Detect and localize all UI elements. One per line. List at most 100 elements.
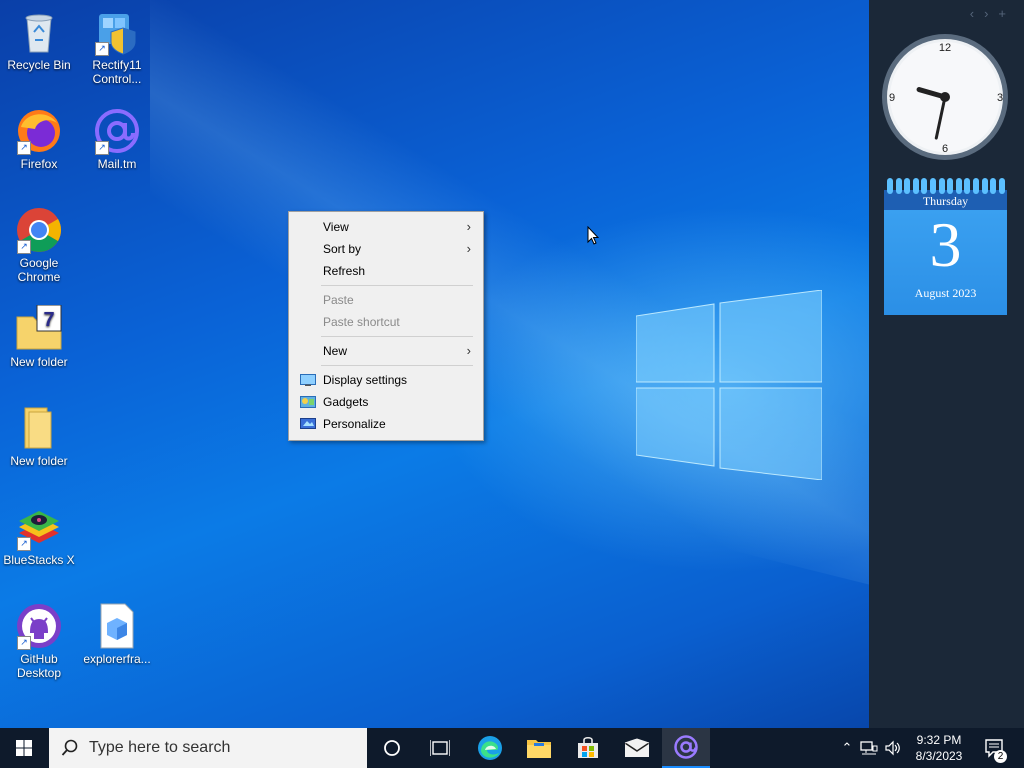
- windows-wallpaper-logo: [636, 290, 822, 480]
- sidebar-add-gadget-button[interactable]: +: [998, 6, 1016, 21]
- desktop-context-menu: View › Sort by › Refresh Paste Paste sho…: [288, 211, 484, 441]
- mail-icon: [624, 738, 650, 757]
- desktop-icon-rectify11[interactable]: ↗ Rectify11 Control...: [78, 8, 156, 86]
- calendar-gadget[interactable]: Thursday 3 August 2023: [884, 178, 1007, 315]
- menu-item-view[interactable]: View ›: [291, 216, 481, 238]
- bluestacks-icon: ↗: [15, 503, 63, 551]
- chrome-icon: ↗: [15, 206, 63, 254]
- calendar-ring: [938, 178, 945, 194]
- clock-numeral: 6: [942, 143, 948, 155]
- cortana-button[interactable]: [368, 728, 416, 768]
- menu-item-gadgets[interactable]: Gadgets: [291, 391, 481, 413]
- windows-start-icon: [16, 740, 32, 756]
- calendar-ring: [998, 178, 1005, 194]
- desktop-icon-label: explorerfra...: [83, 652, 151, 666]
- menu-separator: [321, 336, 473, 337]
- task-view-button[interactable]: [416, 728, 464, 768]
- taskbar-app-store[interactable]: [564, 728, 612, 768]
- clock-gadget[interactable]: 12 3 6 9: [880, 32, 1010, 162]
- menu-separator: [321, 365, 473, 366]
- desktop-icon-label: New folder: [10, 454, 68, 468]
- desktop-icon-bluestacks[interactable]: ↗ BlueStacks X: [0, 503, 78, 567]
- network-icon[interactable]: [860, 740, 878, 756]
- menu-item-paste[interactable]: Paste: [291, 289, 481, 311]
- file-icon: [93, 602, 141, 650]
- shortcut-arrow-icon: ↗: [17, 141, 31, 155]
- volume-icon[interactable]: [884, 740, 902, 756]
- mail-tm-icon: [674, 735, 698, 759]
- github-icon: ↗: [15, 602, 63, 650]
- menu-item-label: Gadgets: [323, 395, 369, 409]
- taskbar: Type here to search ⌃ 9:32 PM 8/3/2023 2: [0, 728, 1024, 768]
- recycle-bin-icon: [15, 8, 63, 56]
- desktop-icon-explorerframe[interactable]: explorerfra...: [78, 602, 156, 666]
- desktop-icon-new-folder-1[interactable]: 7 New folder: [0, 304, 78, 369]
- folder-icon: 7: [15, 304, 63, 353]
- desktop-icon-label: BlueStacks X: [3, 553, 75, 567]
- menu-item-label: Personalize: [323, 417, 386, 431]
- desktop-icon-label: Firefox: [20, 157, 58, 171]
- taskbar-search-box[interactable]: Type here to search: [49, 728, 367, 768]
- calendar-ring: [964, 178, 971, 194]
- calendar-ring: [921, 178, 928, 194]
- search-placeholder: Type here to search: [89, 739, 231, 756]
- file-explorer-icon: [527, 740, 551, 758]
- calendar-ring: [895, 178, 902, 194]
- display-icon: [300, 374, 316, 386]
- calendar-ring: [930, 178, 936, 194]
- chevron-right-icon: ›: [466, 219, 471, 234]
- gadgets-icon: [300, 396, 316, 408]
- folder-icon: [15, 404, 63, 452]
- calendar-month-year: August 2023: [914, 286, 977, 300]
- menu-item-refresh[interactable]: Refresh: [291, 260, 481, 282]
- desktop-icon-label: Google Chrome: [17, 256, 61, 284]
- start-button[interactable]: [0, 728, 48, 768]
- menu-item-paste-shortcut[interactable]: Paste shortcut: [291, 311, 481, 333]
- sidebar-nav: ‹›+: [970, 6, 1016, 21]
- desktop[interactable]: Recycle Bin ↗ Rectify11 Control... ↗ Fir…: [0, 0, 1024, 728]
- shortcut-arrow-icon: ↗: [95, 42, 109, 56]
- taskbar-app-mail-tm[interactable]: [662, 728, 710, 768]
- desktop-icon-label: GitHub Desktop: [16, 652, 62, 680]
- menu-item-sort-by[interactable]: Sort by ›: [291, 238, 481, 260]
- calendar-ring: [912, 178, 919, 194]
- taskbar-clock[interactable]: 9:32 PM 8/3/2023: [906, 732, 972, 764]
- show-hidden-icons-chevron-up-icon[interactable]: ⌃: [838, 740, 856, 756]
- desktop-icon-mail-tm[interactable]: ↗ Mail.tm: [78, 107, 156, 171]
- menu-item-label: Refresh: [323, 264, 366, 278]
- shortcut-arrow-icon: ↗: [17, 636, 31, 650]
- sidebar-prev-button[interactable]: ‹: [970, 6, 984, 21]
- desktop-icon-label: Rectify11 Control...: [92, 58, 142, 86]
- calendar-ring: [973, 178, 979, 194]
- taskbar-date: 8/3/2023: [915, 749, 963, 763]
- menu-item-personalize[interactable]: Personalize: [291, 413, 481, 435]
- desktop-icon-chrome[interactable]: ↗ Google Chrome: [0, 206, 78, 284]
- menu-item-label: Paste shortcut: [323, 315, 400, 329]
- taskbar-app-file-explorer[interactable]: [515, 728, 563, 768]
- menu-item-new[interactable]: New ›: [291, 340, 481, 362]
- edge-icon: [478, 736, 502, 760]
- calendar-ring: [904, 178, 911, 194]
- desktop-icon-label: New folder: [10, 355, 68, 369]
- notification-center-button[interactable]: 2: [978, 728, 1012, 768]
- control-panel-icon: ↗: [93, 8, 141, 56]
- store-icon: [578, 736, 598, 758]
- calendar-ring: [947, 178, 954, 194]
- desktop-icon-recycle-bin[interactable]: Recycle Bin: [0, 8, 78, 72]
- notification-count-badge: 2: [994, 750, 1007, 763]
- taskbar-app-edge[interactable]: [466, 728, 514, 768]
- taskbar-time: 9:32 PM: [916, 733, 962, 747]
- desktop-icon-firefox[interactable]: ↗ Firefox: [0, 107, 78, 171]
- menu-separator: [321, 285, 473, 286]
- desktop-icon-github-desktop[interactable]: ↗ GitHub Desktop: [0, 602, 78, 680]
- clock-numeral: 12: [939, 42, 951, 54]
- sidebar-next-button[interactable]: ›: [984, 6, 998, 21]
- menu-item-label: New: [323, 344, 348, 358]
- search-icon: [61, 739, 78, 756]
- task-view-icon: [430, 740, 450, 756]
- desktop-icon-new-folder-2[interactable]: New folder: [0, 404, 78, 468]
- clock-numeral: 9: [889, 92, 895, 104]
- taskbar-app-mail[interactable]: [613, 728, 661, 768]
- mail-at-icon: ↗: [93, 107, 141, 155]
- menu-item-display-settings[interactable]: Display settings: [291, 369, 481, 391]
